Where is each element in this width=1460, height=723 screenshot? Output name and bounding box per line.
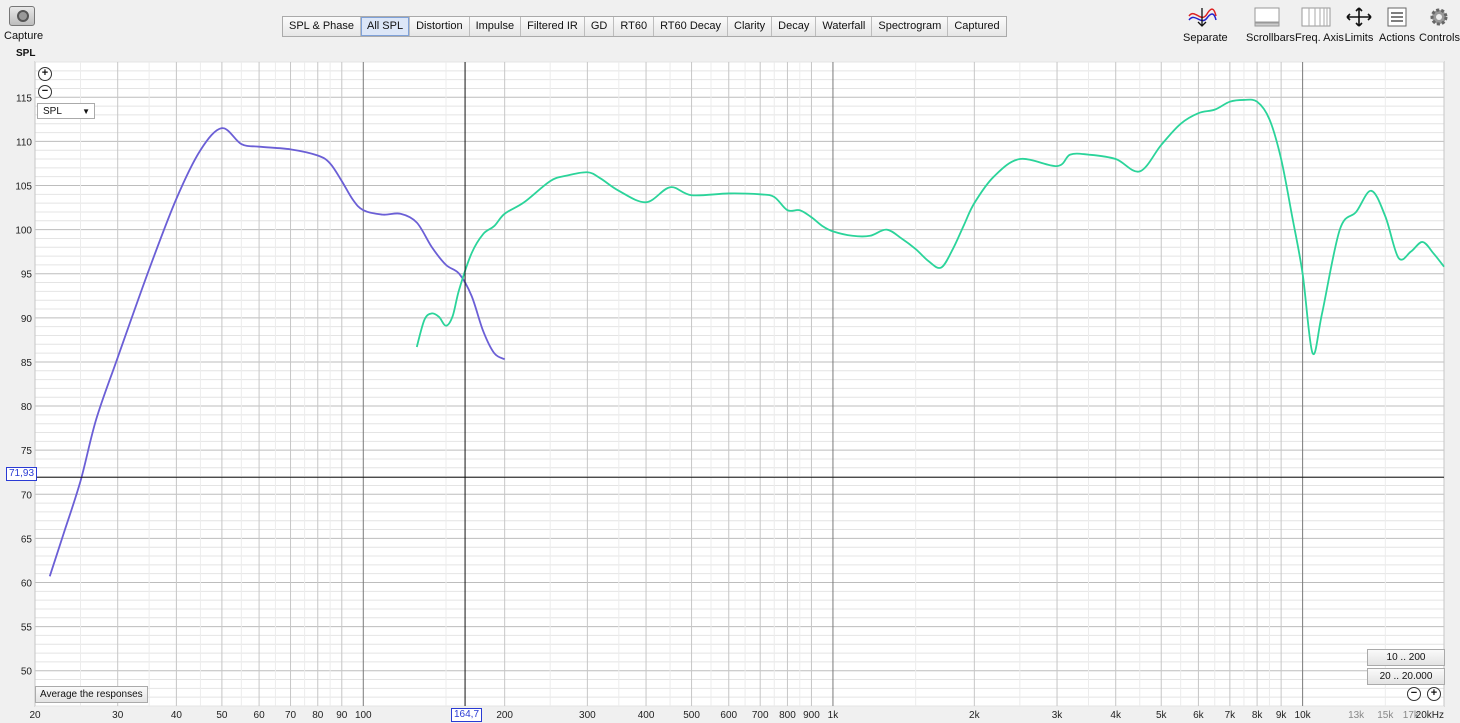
x-tick-label: 13k xyxy=(1348,710,1365,721)
y-tick-label: 55 xyxy=(21,623,33,634)
x-tick-label: 3k xyxy=(1052,710,1064,721)
x-tick-label: 300 xyxy=(579,710,596,721)
x-tick-label: 30 xyxy=(112,710,124,721)
x-tick-label: 200 xyxy=(496,710,513,721)
range-button-20-20000[interactable]: 20 .. 20.000 xyxy=(1367,668,1445,685)
x-tick-label: 20 xyxy=(29,710,41,721)
trace-selector-value: SPL xyxy=(43,106,62,117)
x-tick-label: 6k xyxy=(1193,710,1205,721)
x-tick-label: 500 xyxy=(683,710,700,721)
y-tick-label: 50 xyxy=(21,667,33,678)
x-tick-label: 8k xyxy=(1252,710,1264,721)
zoom-out-icon[interactable]: − xyxy=(38,85,52,99)
cursor-y-readout: 71,93 xyxy=(6,467,38,481)
x-tick-label: 40 xyxy=(171,710,183,721)
chevron-down-icon: ▼ xyxy=(82,107,90,116)
x-tick-label: 20kHz xyxy=(1416,710,1444,721)
y-tick-label: 90 xyxy=(21,314,33,325)
x-tick-label: 15k xyxy=(1377,710,1394,721)
x-tick-label: 4k xyxy=(1110,710,1122,721)
x-tick-label: 1k xyxy=(828,710,840,721)
trace-selector[interactable]: SPL ▼ xyxy=(37,103,95,119)
x-tick-label: 50 xyxy=(216,710,228,721)
x-tick-label: 700 xyxy=(752,710,769,721)
x-tick-label: 2k xyxy=(969,710,981,721)
y-tick-label: 105 xyxy=(15,182,32,193)
x-zoom-out-icon[interactable]: − xyxy=(1407,687,1421,701)
x-tick-label: 900 xyxy=(803,710,820,721)
x-tick-label: 60 xyxy=(254,710,266,721)
y-tick-label: 85 xyxy=(21,358,33,369)
range-button-10-200[interactable]: 10 .. 200 xyxy=(1367,649,1445,666)
x-zoom-in-icon[interactable]: + xyxy=(1427,687,1441,701)
x-tick-label: 70 xyxy=(285,710,297,721)
zoom-in-icon[interactable]: + xyxy=(38,67,52,81)
x-tick-label: 9k xyxy=(1276,710,1288,721)
x-tick-label: 100 xyxy=(355,710,372,721)
average-responses-button[interactable]: Average the responses xyxy=(35,686,148,703)
x-tick-label: 80 xyxy=(312,710,324,721)
y-tick-label: 75 xyxy=(21,446,33,457)
x-tick-label: 800 xyxy=(779,710,796,721)
x-tick-label: 10k xyxy=(1295,710,1312,721)
y-tick-label: 70 xyxy=(21,490,33,501)
x-tick-label: 600 xyxy=(720,710,737,721)
x-tick-label: 90 xyxy=(336,710,348,721)
y-tick-label: 80 xyxy=(21,402,33,413)
x-tick-label: 400 xyxy=(638,710,655,721)
x-tick-label: 5k xyxy=(1156,710,1168,721)
y-tick-label: 60 xyxy=(21,578,33,589)
y-tick-label: 100 xyxy=(15,226,32,237)
x-tick-label: 7k xyxy=(1225,710,1237,721)
cursor-x-readout: 164,7 xyxy=(451,708,483,722)
y-tick-label: 65 xyxy=(21,534,33,545)
spl-chart[interactable]: 115 110 105 100 95 90 85 80 75 70 65 60 55 50 20 30 40 50… xyxy=(0,0,1460,723)
y-tick-label: 95 xyxy=(21,270,33,281)
y-tick-label: 110 xyxy=(16,137,32,148)
y-tick-label: 115 xyxy=(16,93,32,104)
